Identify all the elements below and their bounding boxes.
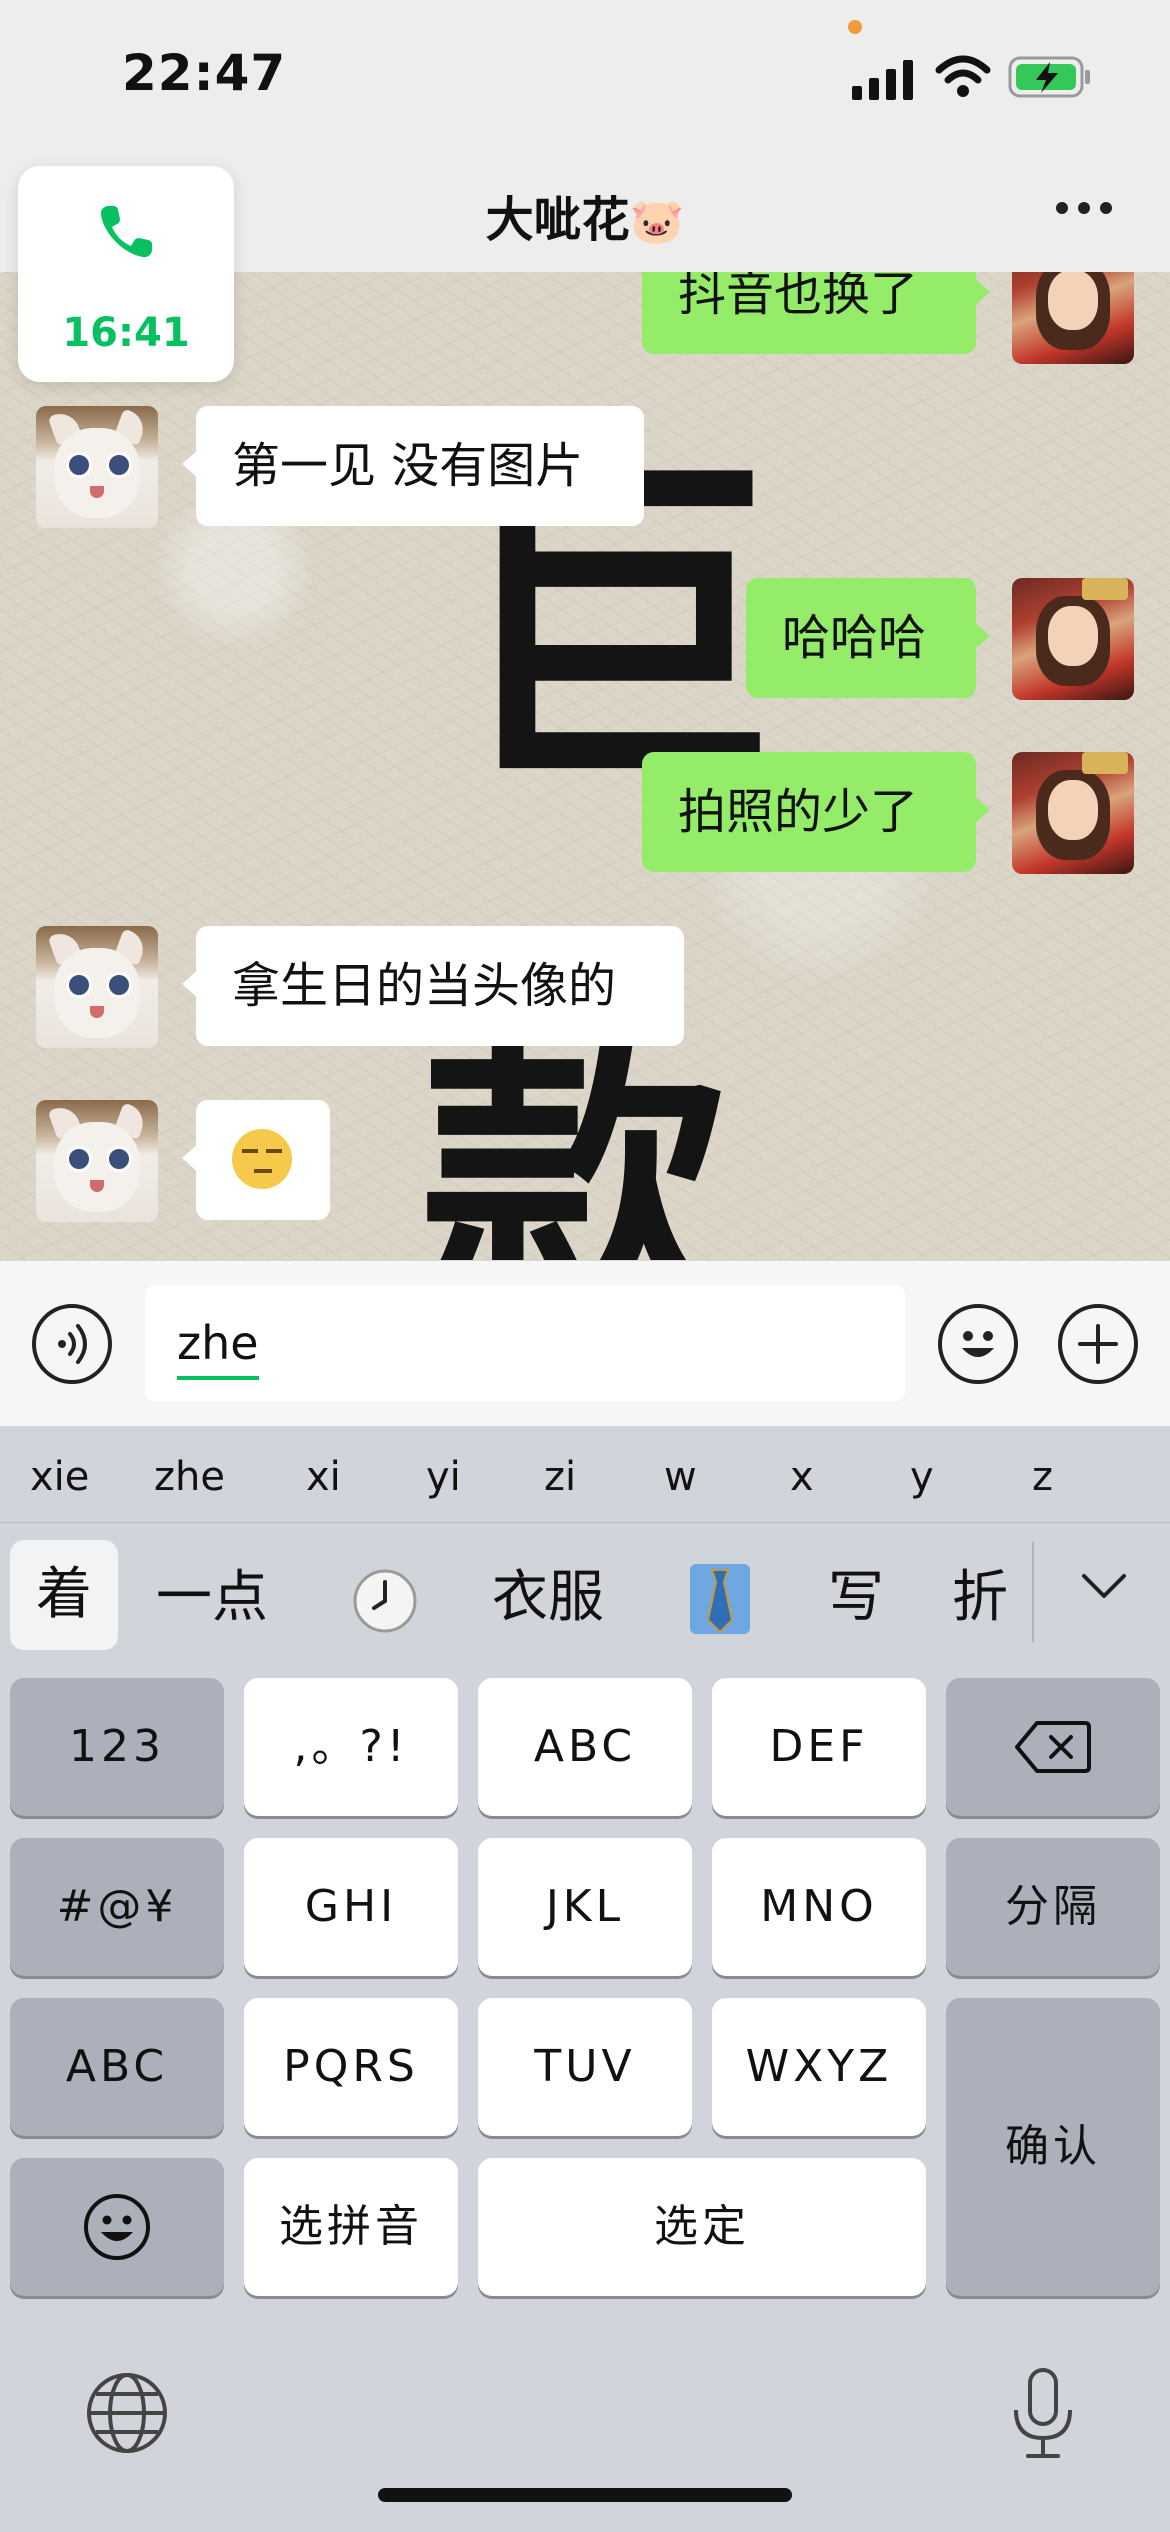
my-avatar[interactable] — [1012, 752, 1134, 874]
smiley-icon — [84, 2194, 150, 2260]
pinyin-options-row: xie zhe xi yi zi w x y z — [0, 1426, 1170, 1523]
my-avatar[interactable] — [1012, 272, 1134, 364]
key-abc[interactable]: ABC — [478, 1678, 692, 1816]
pinyin-option[interactable]: y — [910, 1454, 934, 1500]
pinyin-option[interactable]: xi — [306, 1454, 341, 1500]
message-text-field[interactable]: zhe — [145, 1285, 905, 1401]
phone-icon — [100, 206, 152, 258]
key-wxyz[interactable]: WXYZ — [712, 1998, 926, 2136]
voice-wave-icon — [58, 1324, 87, 1364]
key-ghi[interactable]: GHI — [244, 1838, 458, 1976]
message-bubble-received[interactable]: 第一见 没有图片 — [182, 406, 644, 526]
candidate-word[interactable]: 折 — [952, 1552, 1008, 1633]
contact-avatar[interactable] — [36, 1100, 158, 1222]
pinyin-keyboard: xie zhe xi yi zi w x y z 着 一点 衣服 写 折 123… — [0, 1426, 1170, 2532]
emoji-button[interactable] — [938, 1304, 1018, 1384]
pinyin-option[interactable]: xie — [30, 1454, 89, 1500]
candidate-word[interactable]: 衣服 — [492, 1552, 604, 1633]
key-select[interactable]: 选定 — [478, 2158, 926, 2296]
message-bubble-sent[interactable]: 哈哈哈 — [746, 578, 990, 698]
cellular-signal-icon — [852, 60, 913, 100]
status-time: 22:47 — [122, 44, 287, 102]
pinyin-option[interactable]: w — [664, 1454, 697, 1500]
message-bubble-sent[interactable]: 拍照的少了 — [642, 752, 990, 872]
candidate-word-selected[interactable]: 着 — [10, 1540, 118, 1650]
key-jkl[interactable]: JKL — [478, 1838, 692, 1976]
chevron-down-icon[interactable] — [1074, 1566, 1134, 1606]
more-options-icon[interactable] — [1056, 196, 1116, 220]
key-abc-switch[interactable]: ABC — [10, 1998, 224, 2136]
call-duration: 16:41 — [62, 310, 190, 356]
backspace-icon — [1015, 1721, 1091, 1773]
message-bubble-sent[interactable]: 抖音也换了 — [642, 272, 990, 354]
home-indicator[interactable] — [378, 2488, 792, 2502]
smiley-icon — [962, 1331, 994, 1357]
ongoing-call-floating-window[interactable]: 16:41 — [18, 166, 234, 382]
contact-avatar[interactable] — [36, 926, 158, 1048]
voice-input-button[interactable] — [32, 1304, 112, 1384]
plus-icon — [1078, 1324, 1118, 1364]
background-calligraphy: 款 — [420, 1005, 730, 1260]
wifi-icon — [935, 55, 991, 97]
candidate-divider — [1032, 1542, 1034, 1642]
pig-emoji: 🐷 — [629, 196, 685, 247]
key-confirm[interactable]: 确认 — [946, 1998, 1160, 2296]
status-bar: 22:47 — [0, 0, 1170, 160]
key-def[interactable]: DEF — [712, 1678, 926, 1816]
battery-charging-icon — [1008, 56, 1090, 98]
clock-emoji[interactable] — [352, 1568, 418, 1634]
message-bubble-received[interactable]: 拿生日的当头像的 — [182, 926, 684, 1046]
key-symbols[interactable]: #@¥ — [10, 1838, 224, 1976]
globe-icon[interactable] — [84, 2370, 170, 2456]
key-punctuation[interactable]: ,。?! — [244, 1678, 458, 1816]
key-select-pinyin[interactable]: 选拼音 — [244, 2158, 458, 2296]
composing-text: zhe — [177, 1316, 259, 1380]
pinyin-option[interactable]: x — [790, 1454, 814, 1500]
contact-name: 大呲花 — [485, 192, 630, 248]
more-functions-button[interactable] — [1058, 1304, 1138, 1384]
mic-in-use-indicator — [848, 20, 862, 34]
key-separator[interactable]: 分隔 — [946, 1838, 1160, 1976]
candidate-bar: 着 一点 衣服 写 折 — [0, 1522, 1170, 1662]
contact-avatar[interactable] — [36, 406, 158, 528]
pinyin-option[interactable]: zi — [544, 1454, 576, 1500]
key-emoji[interactable] — [10, 2158, 224, 2296]
candidate-word[interactable]: 一点 — [156, 1552, 268, 1633]
pinyin-option[interactable]: zhe — [154, 1454, 225, 1500]
necktie-emoji[interactable] — [688, 1562, 752, 1636]
pinyin-option[interactable]: yi — [426, 1454, 461, 1500]
microphone-icon[interactable] — [1008, 2366, 1078, 2462]
candidate-word[interactable]: 写 — [828, 1552, 884, 1633]
my-avatar[interactable] — [1012, 578, 1134, 700]
message-input-bar: zhe — [0, 1260, 1170, 1427]
unamused-face-emoji — [232, 1129, 292, 1189]
key-123[interactable]: 123 — [10, 1678, 224, 1816]
pinyin-option[interactable]: z — [1032, 1454, 1053, 1500]
chat-message-list[interactable]: 巨 款 抖音也换了 第一见 没有图片 哈哈哈 拍照的少了 拿生日的当头像的 — [0, 272, 1170, 1260]
key-mno[interactable]: MNO — [712, 1838, 926, 1976]
key-tuv[interactable]: TUV — [478, 1998, 692, 2136]
message-bubble-received[interactable] — [182, 1100, 330, 1220]
backspace-key[interactable] — [946, 1678, 1160, 1816]
key-pqrs[interactable]: PQRS — [244, 1998, 458, 2136]
